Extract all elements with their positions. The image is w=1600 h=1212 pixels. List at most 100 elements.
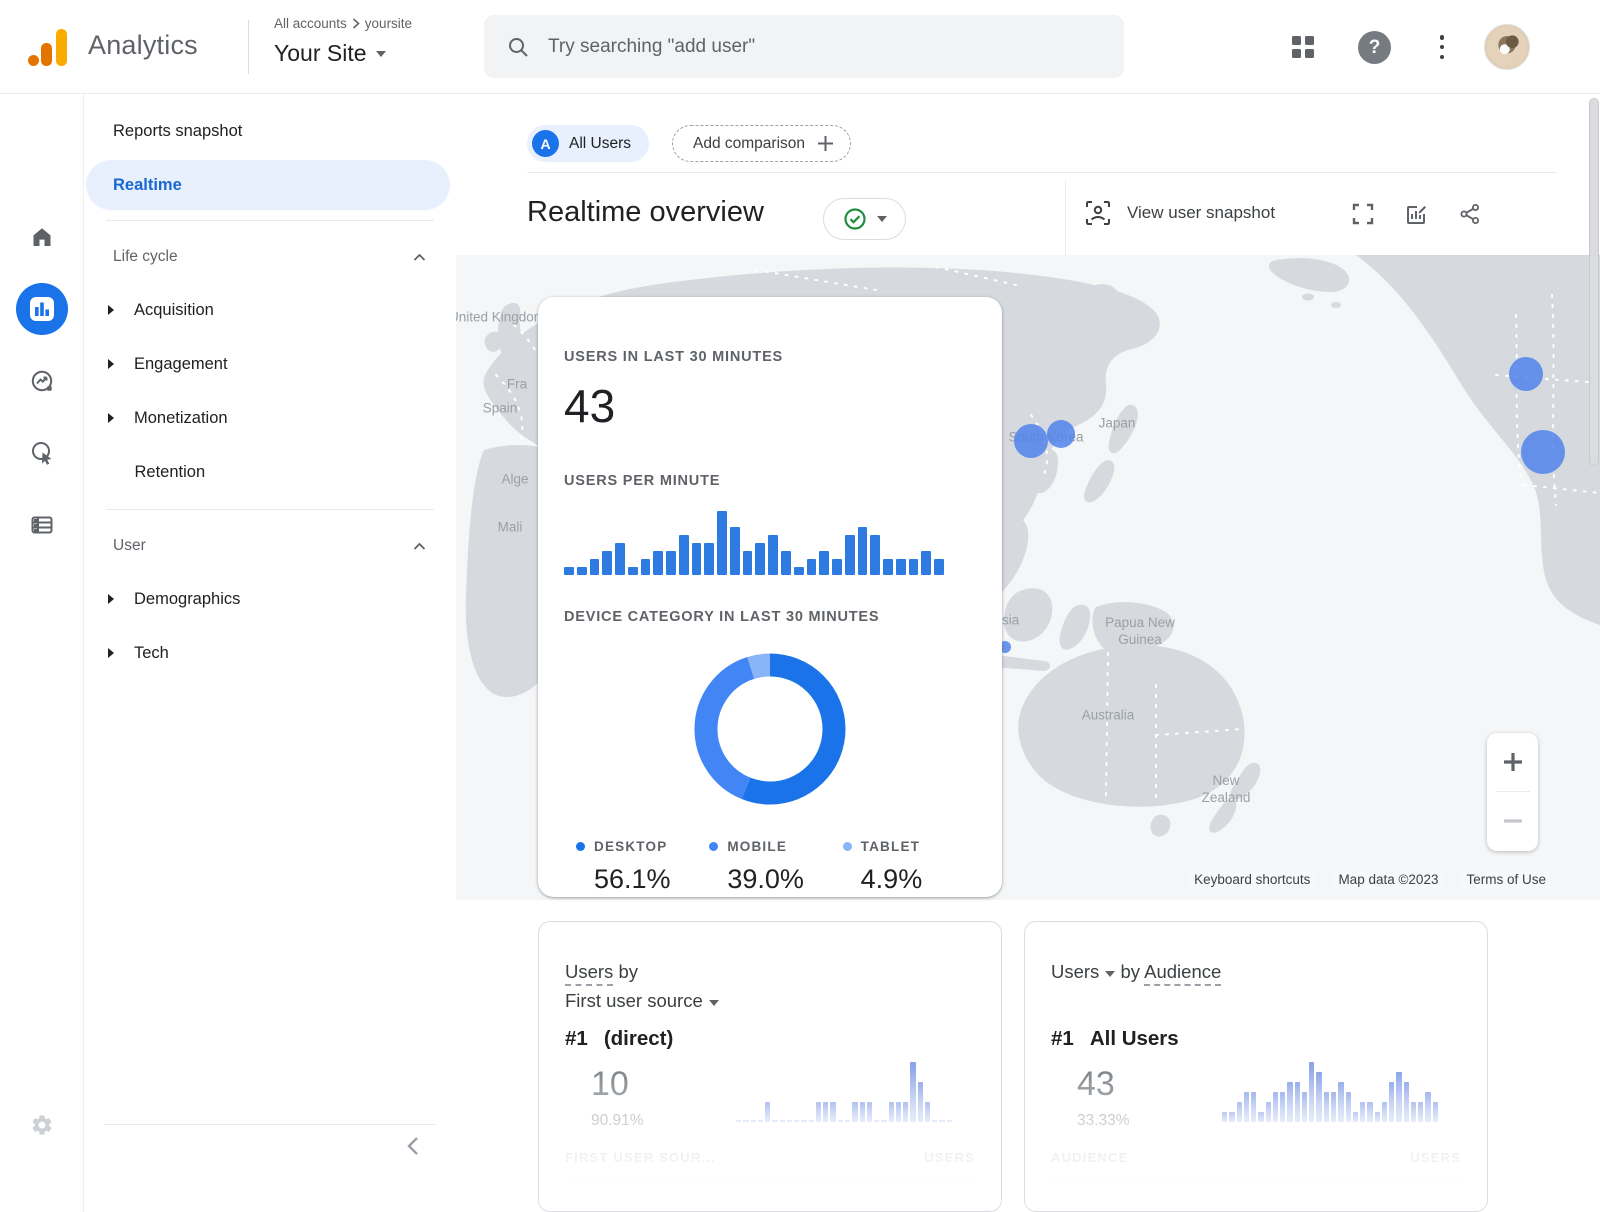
expand-arrow-icon[interactable] bbox=[108, 648, 114, 658]
nav-item-tech[interactable]: Tech bbox=[84, 626, 456, 680]
bar-zero bbox=[932, 1120, 937, 1122]
explore-icon[interactable] bbox=[30, 369, 54, 393]
map-label: Fra bbox=[507, 377, 527, 394]
bar bbox=[889, 1102, 894, 1122]
settings-gear-icon[interactable] bbox=[30, 1113, 54, 1137]
nav-item-demographics[interactable]: Demographics bbox=[84, 572, 456, 626]
nav-item-engagement[interactable]: Engagement bbox=[84, 337, 456, 391]
metric-selector[interactable]: Users bbox=[1051, 961, 1099, 982]
vertical-scrollbar[interactable] bbox=[1589, 98, 1599, 466]
realtime-status-pill[interactable] bbox=[823, 198, 906, 240]
expand-arrow-icon[interactable] bbox=[108, 305, 114, 315]
nav-item-acquisition[interactable]: Acquisition bbox=[84, 283, 456, 337]
source-sparkline-chart bbox=[736, 1062, 952, 1122]
nav-item-retention[interactable]: Retention bbox=[84, 445, 456, 499]
breadcrumb[interactable]: All accounts yoursite bbox=[274, 16, 412, 31]
nav-item-label: Realtime bbox=[113, 176, 182, 195]
comparison-chip-all-users[interactable]: A All Users bbox=[527, 125, 649, 162]
bar-zero bbox=[874, 1120, 879, 1122]
avatar[interactable] bbox=[1484, 24, 1530, 70]
rank-label: #1 bbox=[1051, 1027, 1074, 1051]
expand-arrow-icon[interactable] bbox=[108, 413, 114, 423]
fullscreen-icon[interactable] bbox=[1351, 202, 1375, 226]
nav-item-realtime[interactable]: Realtime bbox=[86, 160, 450, 210]
bar bbox=[1338, 1082, 1343, 1122]
dimension-selector[interactable]: First user source bbox=[565, 990, 703, 1011]
bar bbox=[830, 1102, 835, 1122]
bar-zero bbox=[736, 1120, 741, 1122]
divider bbox=[1065, 180, 1066, 255]
expand-arrow-icon[interactable] bbox=[108, 594, 114, 604]
bar bbox=[653, 551, 663, 575]
property-name: Your Site bbox=[274, 40, 367, 67]
legend-value: 56.1% bbox=[594, 864, 709, 895]
bar bbox=[1309, 1062, 1314, 1122]
comparison-label: All Users bbox=[569, 135, 631, 153]
bar bbox=[577, 567, 587, 575]
add-comparison-button[interactable]: Add comparison bbox=[672, 125, 851, 162]
admin-library-icon[interactable] bbox=[30, 513, 54, 537]
dimension-selector[interactable]: Audience bbox=[1144, 961, 1221, 986]
device-category-donut-chart bbox=[690, 649, 850, 809]
view-user-snapshot-label: View user snapshot bbox=[1127, 203, 1275, 223]
bar-zero bbox=[758, 1120, 763, 1122]
map-attribution: Keyboard shortcutsMap data ©2023Terms of… bbox=[1190, 871, 1550, 888]
top-dimension-value: All Users bbox=[1090, 1027, 1179, 1051]
bar bbox=[870, 535, 880, 575]
user-location-marker bbox=[1521, 430, 1565, 474]
bar-zero bbox=[743, 1120, 748, 1122]
bar bbox=[934, 559, 944, 575]
analytics-logo-icon[interactable] bbox=[24, 23, 72, 71]
bar bbox=[564, 567, 574, 575]
left-rail bbox=[0, 94, 84, 1212]
map-label: Spain bbox=[483, 401, 518, 418]
map-label: Australia bbox=[1082, 708, 1135, 725]
edit-chart-icon[interactable] bbox=[1404, 202, 1428, 226]
chevron-up-icon bbox=[413, 542, 426, 551]
bar bbox=[832, 559, 842, 575]
bar bbox=[1411, 1102, 1416, 1122]
bar bbox=[903, 1102, 908, 1122]
card-title: Users by Audience bbox=[1051, 958, 1461, 987]
add-comparison-label: Add comparison bbox=[693, 135, 805, 153]
chevron-down-icon bbox=[376, 51, 386, 57]
legend-value: 39.0% bbox=[727, 864, 842, 895]
nav-section-user[interactable]: User bbox=[84, 520, 456, 572]
breadcrumb-root[interactable]: All accounts bbox=[274, 16, 347, 31]
search-placeholder: Try searching "add user" bbox=[548, 36, 755, 58]
reports-nav-icon[interactable] bbox=[16, 283, 68, 335]
nav-item-monetization[interactable]: Monetization bbox=[84, 391, 456, 445]
ga-realtime-page: Analytics All accounts yoursite Your Sit… bbox=[0, 0, 1600, 1212]
advertising-icon[interactable] bbox=[30, 441, 54, 465]
comparison-avatar: A bbox=[532, 130, 559, 157]
bar bbox=[768, 535, 778, 575]
map-attribution-link[interactable]: Terms of Use bbox=[1462, 871, 1550, 888]
nav-item-reports-snapshot[interactable]: Reports snapshot bbox=[84, 104, 456, 158]
zoom-out-button[interactable] bbox=[1487, 792, 1538, 850]
bar bbox=[1433, 1102, 1438, 1122]
apps-grid-icon[interactable] bbox=[1292, 36, 1314, 58]
nav-item-label: Reports snapshot bbox=[113, 122, 242, 141]
kebab-menu-icon[interactable] bbox=[1435, 33, 1449, 61]
bar bbox=[910, 1062, 915, 1122]
collapse-nav-icon[interactable] bbox=[402, 1134, 426, 1158]
metric-selector[interactable]: Users bbox=[565, 961, 613, 986]
breadcrumb-leaf[interactable]: yoursite bbox=[365, 16, 412, 31]
help-icon[interactable]: ? bbox=[1358, 31, 1391, 64]
map-attribution-link[interactable]: Keyboard shortcuts bbox=[1190, 871, 1314, 888]
nav-section-life-cycle[interactable]: Life cycle bbox=[84, 231, 456, 283]
home-icon[interactable] bbox=[30, 225, 54, 249]
user-snapshot-icon bbox=[1085, 200, 1111, 226]
property-selector[interactable]: Your Site bbox=[274, 40, 386, 67]
zoom-in-button[interactable] bbox=[1487, 733, 1538, 791]
search-input[interactable]: Try searching "add user" bbox=[484, 15, 1124, 78]
bar bbox=[1302, 1092, 1307, 1122]
expand-arrow-icon[interactable] bbox=[108, 359, 114, 369]
map-label: New Zealand bbox=[1202, 773, 1251, 807]
nav-item-label: Tech bbox=[134, 644, 169, 663]
bar-zero bbox=[939, 1120, 944, 1122]
bar bbox=[918, 1082, 923, 1122]
legend-label: MOBILE bbox=[727, 839, 787, 854]
share-icon[interactable] bbox=[1458, 202, 1482, 226]
view-user-snapshot-button[interactable]: View user snapshot bbox=[1085, 200, 1275, 226]
